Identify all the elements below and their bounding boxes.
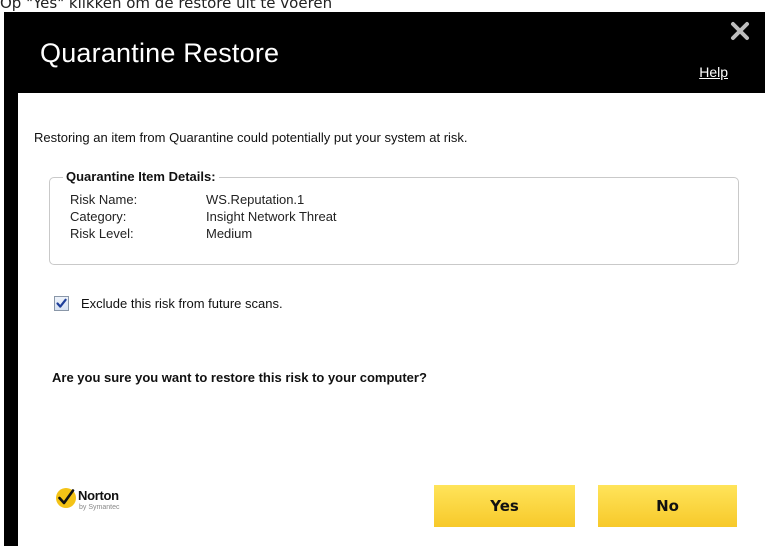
detail-value: Medium (206, 226, 253, 241)
exclude-label[interactable]: Exclude this risk from future scans. (81, 296, 283, 311)
norton-logo: Norton by Symantec (55, 485, 155, 519)
dialog-content: Restoring an item from Quarantine could … (18, 93, 765, 546)
quarantine-item-details: Quarantine Item Details: Risk Name: WS.R… (49, 169, 739, 265)
detail-value: Insight Network Threat (206, 209, 337, 224)
checkmark-icon (56, 298, 67, 308)
no-button[interactable]: No (598, 485, 737, 527)
logo-name: Norton (78, 488, 119, 503)
yes-button[interactable]: Yes (434, 485, 575, 527)
intro-text: Restoring an item from Quarantine could … (34, 130, 468, 145)
norton-check-icon (56, 488, 76, 508)
detail-label: Category: (70, 209, 127, 224)
confirm-question: Are you sure you want to restore this ri… (52, 370, 427, 385)
help-link[interactable]: Help (699, 64, 728, 80)
detail-label: Risk Name: (70, 192, 138, 207)
details-legend: Quarantine Item Details: (63, 169, 219, 184)
close-icon[interactable] (729, 20, 751, 42)
detail-label: Risk Level: (70, 226, 134, 241)
dialog-title: Quarantine Restore (40, 38, 280, 68)
logo-sub: by Symantec (79, 504, 120, 511)
exclude-checkbox[interactable] (54, 296, 69, 311)
detail-value: WS.Reputation.1 (206, 192, 305, 207)
dialog-titlebar: Quarantine Restore Help (4, 12, 765, 89)
page-caption: Op "Yes" klikken om de restore uit te vo… (0, 0, 333, 12)
quarantine-restore-dialog: Quarantine Restore Help Restoring an ite… (4, 12, 765, 546)
